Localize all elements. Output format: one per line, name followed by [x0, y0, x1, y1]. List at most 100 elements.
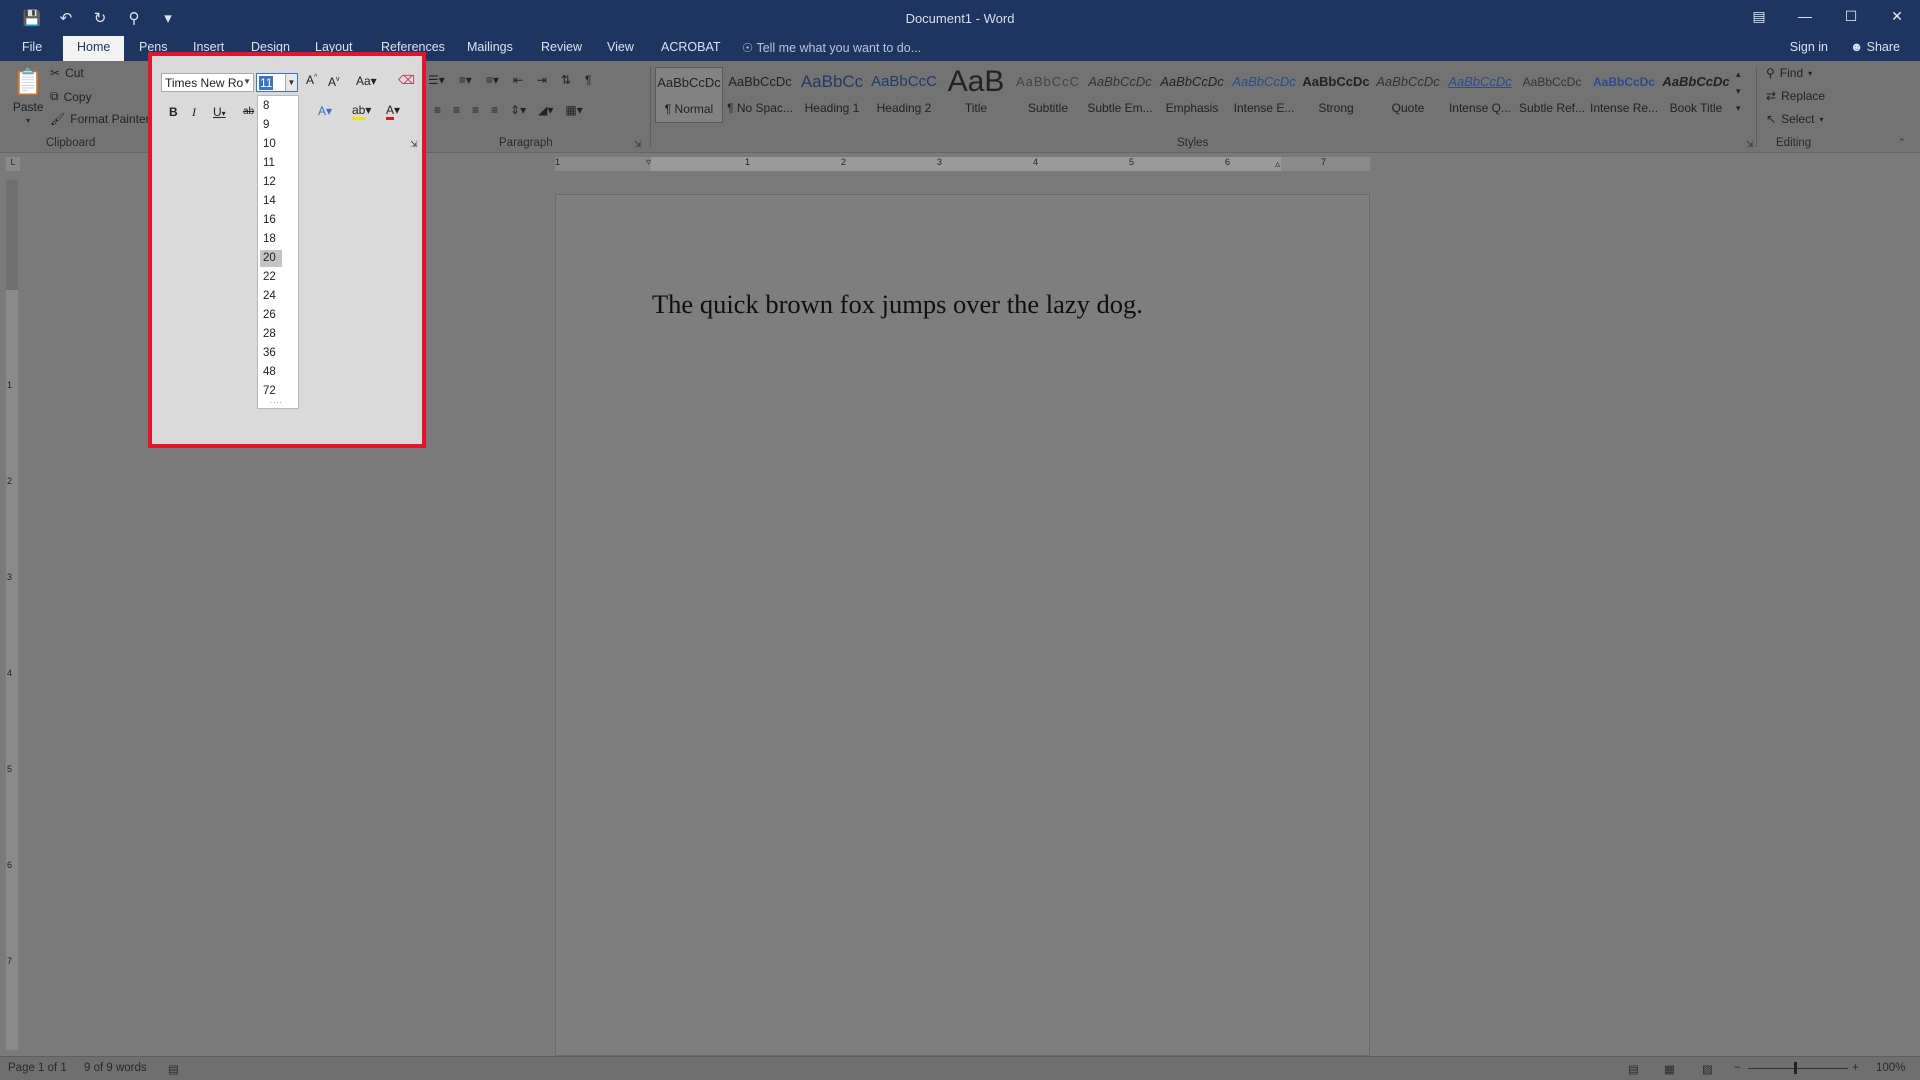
style-intense-emphasis[interactable]: AaBbCcDc Intense E... [1230, 67, 1298, 123]
style-subtitle[interactable]: AaBbCcC Subtitle [1014, 67, 1082, 123]
vertical-ruler[interactable]: 1 2 3 4 5 6 7 [6, 180, 18, 1050]
shading-icon[interactable]: ◢▾ [538, 103, 553, 117]
highlight-color-icon[interactable]: ab▾ [352, 103, 371, 120]
horizontal-ruler[interactable]: 1 1 2 3 4 5 6 7 ▿ ▵ [555, 157, 1370, 171]
tab-selector[interactable]: L [6, 157, 20, 171]
style-emphasis[interactable]: AaBbCcDc Emphasis [1158, 67, 1226, 123]
style-subtle-emphasis[interactable]: AaBbCcDc Subtle Em... [1086, 67, 1154, 123]
font-size-option[interactable]: 10 [260, 136, 282, 153]
copy-button[interactable]: ⧉ Copy [50, 89, 92, 104]
font-size-option[interactable]: 26 [260, 307, 282, 324]
font-size-option[interactable]: 18 [260, 231, 282, 248]
minimize-icon[interactable]: — [1782, 0, 1828, 32]
style-no-spacing[interactable]: AaBbCcDc ¶ No Spac... [726, 67, 794, 123]
align-center-icon[interactable]: ≡ [453, 103, 460, 117]
style-subtle-reference[interactable]: AaBbCcDc Subtle Ref... [1518, 67, 1586, 123]
style-title[interactable]: AaB Title [942, 67, 1010, 123]
style-quote[interactable]: AaBbCcDc Quote [1374, 67, 1442, 123]
indent-marker-icon[interactable]: ▿ [646, 157, 651, 168]
style-strong[interactable]: AaBbCcDc Strong [1302, 67, 1370, 123]
style-intense-quote[interactable]: AaBbCcDc Intense Q... [1446, 67, 1514, 123]
maximize-icon[interactable]: ☐ [1828, 0, 1874, 32]
tell-me-input[interactable]: ☉ Tell me what you want to do... [742, 40, 921, 55]
close-icon[interactable]: ✕ [1874, 0, 1920, 32]
chevron-down-icon[interactable]: ▼ [285, 74, 297, 91]
font-size-option[interactable]: 36 [260, 345, 282, 362]
chevron-up-icon[interactable]: ▴ [1736, 69, 1741, 80]
resize-grip-icon[interactable]: .... [270, 396, 283, 405]
multilevel-list-icon[interactable]: ≡▾ [486, 73, 499, 87]
font-size-option[interactable]: 12 [260, 174, 282, 191]
font-size-option[interactable]: 16 [260, 212, 282, 229]
style-intense-reference[interactable]: AaBbCcDc Intense Re... [1590, 67, 1658, 123]
underline-icon[interactable]: U▾ [213, 105, 226, 119]
bullets-icon[interactable]: ☰▾ [428, 73, 445, 87]
justify-icon[interactable]: ≡ [491, 103, 498, 117]
decrease-indent-icon[interactable]: ⇤ [513, 73, 523, 87]
borders-icon[interactable]: ▦▾ [565, 103, 582, 117]
share-button[interactable]: ☻ Share [1850, 40, 1900, 54]
shrink-font-icon[interactable]: Av [328, 75, 340, 89]
print-layout-icon[interactable]: ▦ [1664, 1062, 1675, 1076]
bold-icon[interactable]: B [169, 105, 178, 119]
font-size-option[interactable]: 24 [260, 288, 282, 305]
font-size-option-selected[interactable]: 20 [260, 250, 282, 267]
zoom-slider-track[interactable] [1748, 1068, 1848, 1069]
document-page[interactable]: The quick brown fox jumps over the lazy … [555, 194, 1370, 1056]
collapse-ribbon-icon[interactable]: ⌃ [1898, 137, 1906, 148]
chevron-down-icon[interactable]: ▼ [243, 77, 251, 86]
styles-scroll[interactable]: ▴ ▾ ▾ [1736, 69, 1741, 114]
chevron-down-icon[interactable]: ▾ [1736, 86, 1741, 97]
select-button[interactable]: ↖ Select ▾ [1766, 112, 1823, 126]
read-mode-icon[interactable]: ▤ [1628, 1062, 1639, 1076]
ribbon-display-icon[interactable]: ▤ [1736, 0, 1782, 32]
tab-mailings[interactable]: Mailings [467, 40, 513, 54]
tab-view[interactable]: View [607, 40, 634, 54]
font-size-dropdown[interactable]: 8 9 10 11 12 14 16 18 20 22 24 26 28 36 … [257, 95, 299, 409]
line-spacing-icon[interactable]: ⇕▾ [510, 103, 526, 117]
replace-button[interactable]: ⇄ Replace [1766, 89, 1825, 103]
font-launcher-icon[interactable]: ⇲ [410, 139, 418, 150]
web-layout-icon[interactable]: ▧ [1702, 1062, 1713, 1076]
proofing-icon[interactable]: ▤ [168, 1062, 179, 1076]
paragraph-launcher-icon[interactable]: ⇲ [634, 139, 642, 150]
zoom-in-icon[interactable]: + [1852, 1062, 1859, 1074]
increase-indent-icon[interactable]: ⇥ [537, 73, 547, 87]
align-right-icon[interactable]: ≡ [472, 103, 479, 117]
styles-launcher-icon[interactable]: ⇲ [1746, 139, 1754, 150]
style-heading-1[interactable]: AaBbCc Heading 1 [798, 67, 866, 123]
tab-acrobat[interactable]: ACROBAT [661, 40, 721, 54]
word-count[interactable]: 9 of 9 words [84, 1062, 147, 1074]
font-size-option[interactable]: 22 [260, 269, 282, 286]
change-case-icon[interactable]: Aa▾ [356, 74, 377, 88]
zoom-out-icon[interactable]: − [1734, 1062, 1741, 1074]
font-size-box[interactable]: 11 ▼ [256, 73, 298, 92]
page-count[interactable]: Page 1 of 1 [8, 1062, 67, 1074]
sign-in-link[interactable]: Sign in [1790, 40, 1828, 54]
find-button[interactable]: ⚲ Find ▾ [1766, 66, 1812, 80]
font-size-value[interactable]: 11 [259, 76, 274, 90]
pilcrow-icon[interactable]: ¶ [585, 73, 591, 87]
font-size-option[interactable]: 9 [260, 117, 282, 134]
tab-home[interactable]: Home [63, 36, 125, 61]
strikethrough-icon[interactable]: ab [243, 106, 254, 117]
sort-icon[interactable]: ⇅ [561, 73, 571, 87]
document-text[interactable]: The quick brown fox jumps over the lazy … [652, 289, 1143, 320]
format-painter-button[interactable]: 🖌 Format Painter [50, 112, 150, 126]
tab-review[interactable]: Review [541, 40, 582, 54]
text-effects-icon[interactable]: A▾ [318, 104, 332, 118]
font-color-icon[interactable]: A▾ [386, 103, 400, 120]
font-size-option[interactable]: 14 [260, 193, 282, 210]
font-size-option[interactable]: 11 [260, 155, 282, 172]
style-normal[interactable]: AaBbCcDc ¶ Normal [655, 67, 723, 123]
clear-formatting-icon[interactable]: ⌫ [398, 73, 415, 87]
grow-font-icon[interactable]: A^ [306, 73, 317, 87]
numbering-icon[interactable]: ≡▾ [459, 73, 472, 87]
font-name-box[interactable]: Times New Ro ▼ [161, 73, 254, 92]
font-size-option[interactable]: 28 [260, 326, 282, 343]
tab-file[interactable]: File [22, 40, 42, 54]
cut-button[interactable]: ✂ Cut [50, 66, 84, 80]
font-size-option[interactable]: 8 [260, 98, 282, 115]
zoom-level[interactable]: 100% [1876, 1062, 1905, 1074]
style-heading-2[interactable]: AaBbCcC Heading 2 [870, 67, 938, 123]
